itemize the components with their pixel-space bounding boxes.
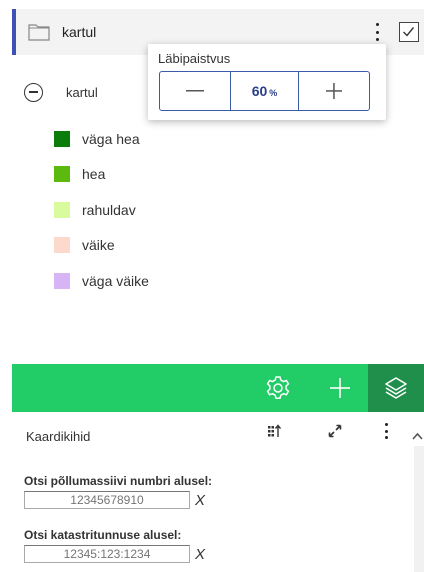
opacity-label: Läbipaistvus [158,51,231,66]
checkmark-icon [403,27,415,37]
legend-list: väga hea hea rahuldav väike väga väike [54,126,149,304]
legend-swatch [54,201,70,218]
legend-swatch [54,166,70,183]
legend-label: väga hea [82,130,140,147]
opacity-decrease-button[interactable] [160,72,230,110]
cadastre-search-clear[interactable]: X [195,546,205,563]
layer-more-icon[interactable] [371,22,383,42]
cadastre-search: Otsi katastritunnuse alusel: X [24,528,205,563]
gear-icon[interactable] [264,374,292,402]
legend-swatch [54,272,70,289]
opacity-popup: Läbipaistvus 60% [148,44,386,120]
folder-icon [28,24,50,41]
panel-title: Kaardikihid [26,429,91,444]
layers-button[interactable] [368,364,424,412]
legend-label: väike [82,237,115,254]
opacity-value-number: 60 [251,83,268,99]
legend-header: kartul [24,80,98,104]
opacity-unit: % [269,88,278,98]
legend-item: väga väike [54,258,149,304]
legend-title: kartul [66,84,98,100]
parcel-search-input[interactable] [24,491,190,509]
scroll-up-icon[interactable] [411,430,424,442]
scrollbar[interactable] [414,446,424,572]
map-layers-panel-header: Kaardikihid [12,412,414,457]
cadastre-search-input[interactable] [24,545,190,563]
plus-icon [326,83,343,99]
minus-icon [185,90,204,92]
opacity-value[interactable]: 60% [229,72,300,110]
layers-icon [385,377,407,399]
legend-swatch [54,237,70,254]
collapse-icon[interactable] [24,82,43,102]
cadastre-search-label: Otsi katastritunnuse alusel: [24,528,182,542]
opacity-stepper: 60% [159,71,370,111]
layer-title: kartul [62,24,97,40]
parcel-search: Otsi põllumassiivi numbri alusel: X [24,474,212,509]
plus-icon[interactable] [326,374,354,402]
sort-icon[interactable] [267,423,281,439]
legend-label: hea [82,166,106,183]
legend-label: väga väike [82,272,149,289]
parcel-search-label: Otsi põllumassiivi numbri alusel: [24,474,213,488]
legend-swatch [54,130,70,147]
more-vertical-icon[interactable] [381,423,391,439]
expand-icon[interactable] [328,424,342,438]
legend-label: rahuldav [82,201,136,218]
parcel-search-clear[interactable]: X [195,492,205,509]
opacity-increase-button[interactable] [299,72,369,110]
map-toolbar [12,364,424,412]
layer-visibility-checkbox[interactable] [399,22,419,42]
